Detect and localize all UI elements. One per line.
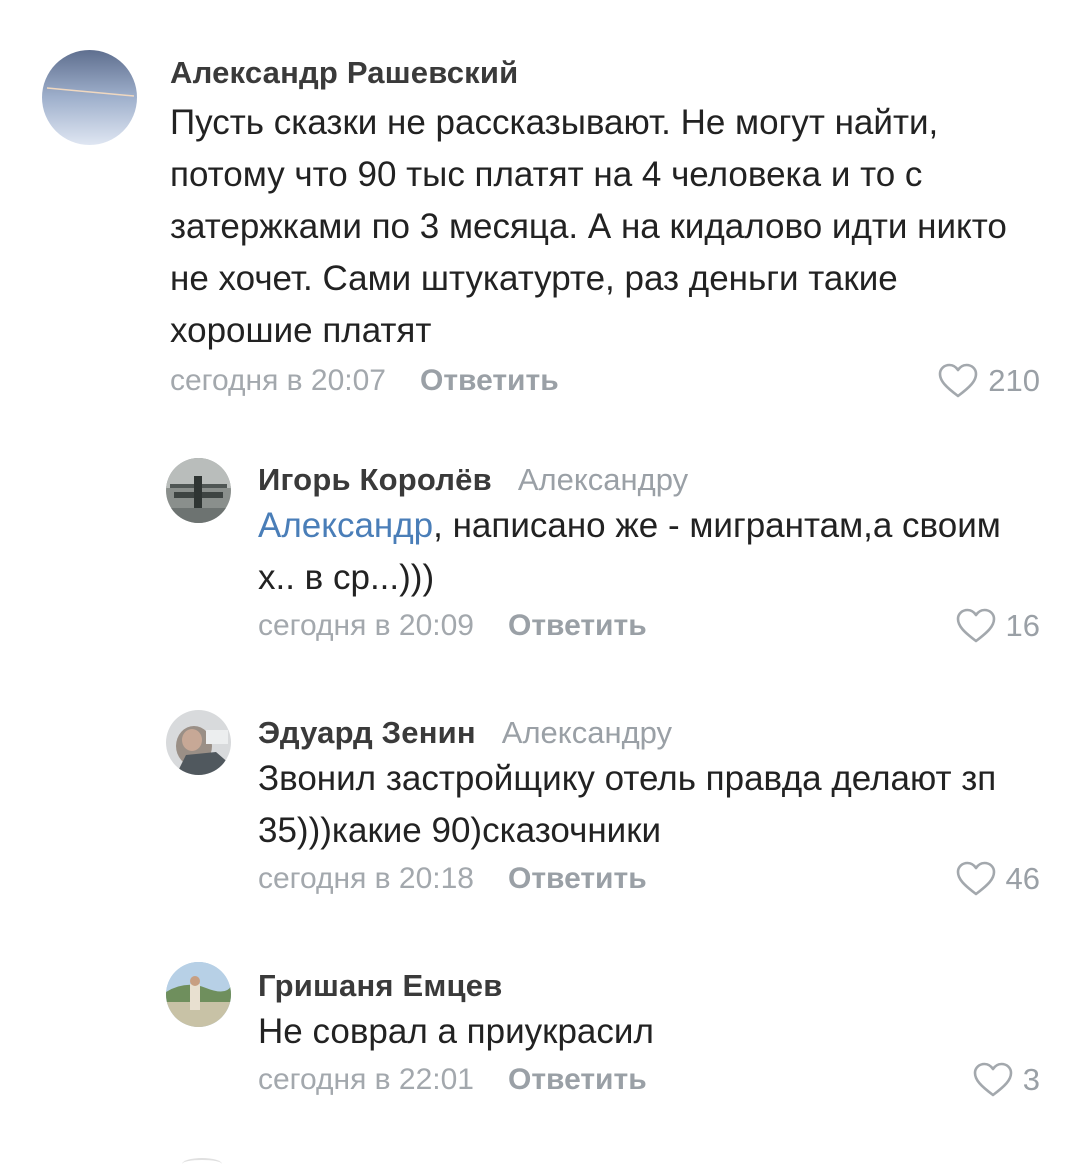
mention-link[interactable]: Александр — [258, 506, 433, 545]
comment-text: Звонил застройщику отель правда делают з… — [258, 759, 997, 850]
comment-author[interactable]: Александр Рашевский — [170, 55, 518, 91]
avatar-photo-icon — [166, 710, 231, 775]
heart-outline-icon — [956, 861, 995, 896]
comment-item: Эдуард Зенин Александру Звонил застройщи… — [0, 695, 1080, 925]
next-comment-avatar-edge — [182, 1158, 222, 1170]
comment-meta: сегодня в 20:09 Ответить 16 — [258, 604, 1040, 648]
comment-time: сегодня в 22:01 — [258, 1063, 474, 1096]
avatar[interactable] — [166, 710, 231, 775]
reply-button[interactable]: Ответить — [508, 862, 647, 896]
comment-time: сегодня в 20:07 — [170, 364, 386, 397]
reply-to-label[interactable]: Александру — [518, 462, 688, 498]
reply-button[interactable]: Ответить — [508, 609, 647, 643]
comment-item: Александр Рашевский Пусть сказки не расс… — [0, 0, 1080, 430]
comment-meta: сегодня в 20:18 Ответить 46 — [258, 857, 1040, 901]
like-button[interactable]: 46 — [956, 857, 1040, 901]
like-button[interactable]: 210 — [938, 359, 1040, 403]
comment-text: Александр, написано же - мигрантам,а сво… — [258, 500, 1040, 604]
comment-meta: сегодня в 20:07 Ответить 210 — [170, 359, 1040, 403]
reply-button[interactable]: Ответить — [420, 364, 559, 398]
heart-outline-icon — [938, 363, 978, 398]
reply-to-label[interactable]: Александру — [502, 715, 672, 751]
comment-text-content: Пусть сказки не рассказывают. Не могут н… — [170, 103, 1007, 350]
comment-item: Игорь Королёв Александру Александр, напи… — [0, 440, 1080, 680]
comment-time: сегодня в 20:09 — [258, 609, 474, 642]
like-count: 210 — [988, 363, 1040, 398]
comment-author[interactable]: Эдуард Зенин — [258, 715, 476, 751]
like-count: 16 — [1005, 608, 1040, 643]
like-count: 3 — [1022, 1062, 1040, 1097]
like-count: 46 — [1005, 861, 1040, 896]
heart-outline-icon — [973, 1062, 1013, 1097]
reply-button[interactable]: Ответить — [508, 1063, 647, 1097]
avatar-photo-icon — [166, 962, 231, 1027]
avatar[interactable] — [42, 50, 137, 145]
like-button[interactable]: 3 — [973, 1058, 1040, 1102]
avatar[interactable] — [166, 962, 231, 1027]
comment-item: Гришаня Емцев Не соврал а приукрасил сег… — [0, 950, 1080, 1130]
comment-author[interactable]: Игорь Королёв — [258, 462, 492, 498]
avatar-photo-icon — [42, 50, 137, 145]
comment-time: сегодня в 20:18 — [258, 862, 474, 895]
comment-text: Пусть сказки не рассказывают. Не могут н… — [170, 97, 1040, 357]
comment-author[interactable]: Гришаня Емцев — [258, 968, 502, 1004]
heart-outline-icon — [956, 608, 995, 643]
avatar[interactable] — [166, 458, 231, 523]
comment-meta: сегодня в 22:01 Ответить 3 — [258, 1058, 1040, 1102]
avatar-photo-icon — [166, 458, 231, 523]
like-button[interactable]: 16 — [956, 604, 1040, 648]
comment-text: Не соврал а приукрасил — [258, 1012, 654, 1051]
